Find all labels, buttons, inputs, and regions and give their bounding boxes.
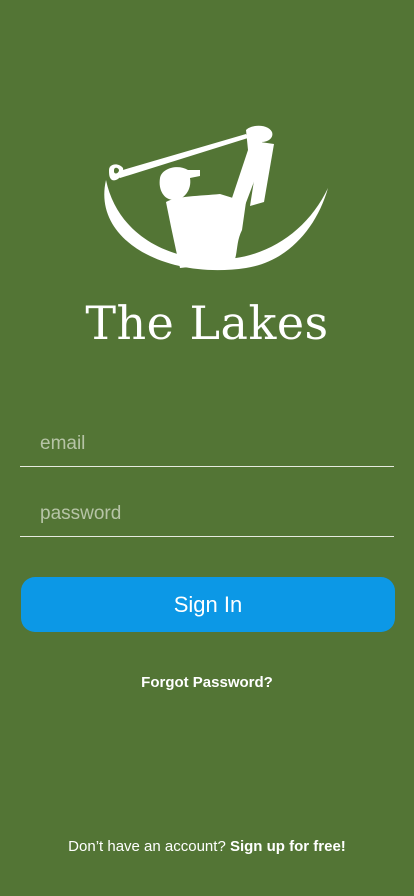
password-input[interactable] <box>20 492 394 536</box>
golfer-swing-icon <box>96 120 332 280</box>
signup-prompt: Don’t have an account? <box>68 838 226 855</box>
password-field-container <box>20 492 394 537</box>
email-input[interactable] <box>20 422 394 466</box>
sign-in-button[interactable]: Sign In <box>21 577 395 632</box>
app-title: The Lakes <box>85 296 329 350</box>
signup-link[interactable]: Sign up for free! <box>230 838 346 855</box>
email-field-container <box>20 422 394 467</box>
forgot-password-link[interactable]: Forgot Password? <box>0 674 414 691</box>
signup-row: Don’t have an account? Sign up for free! <box>0 838 414 855</box>
